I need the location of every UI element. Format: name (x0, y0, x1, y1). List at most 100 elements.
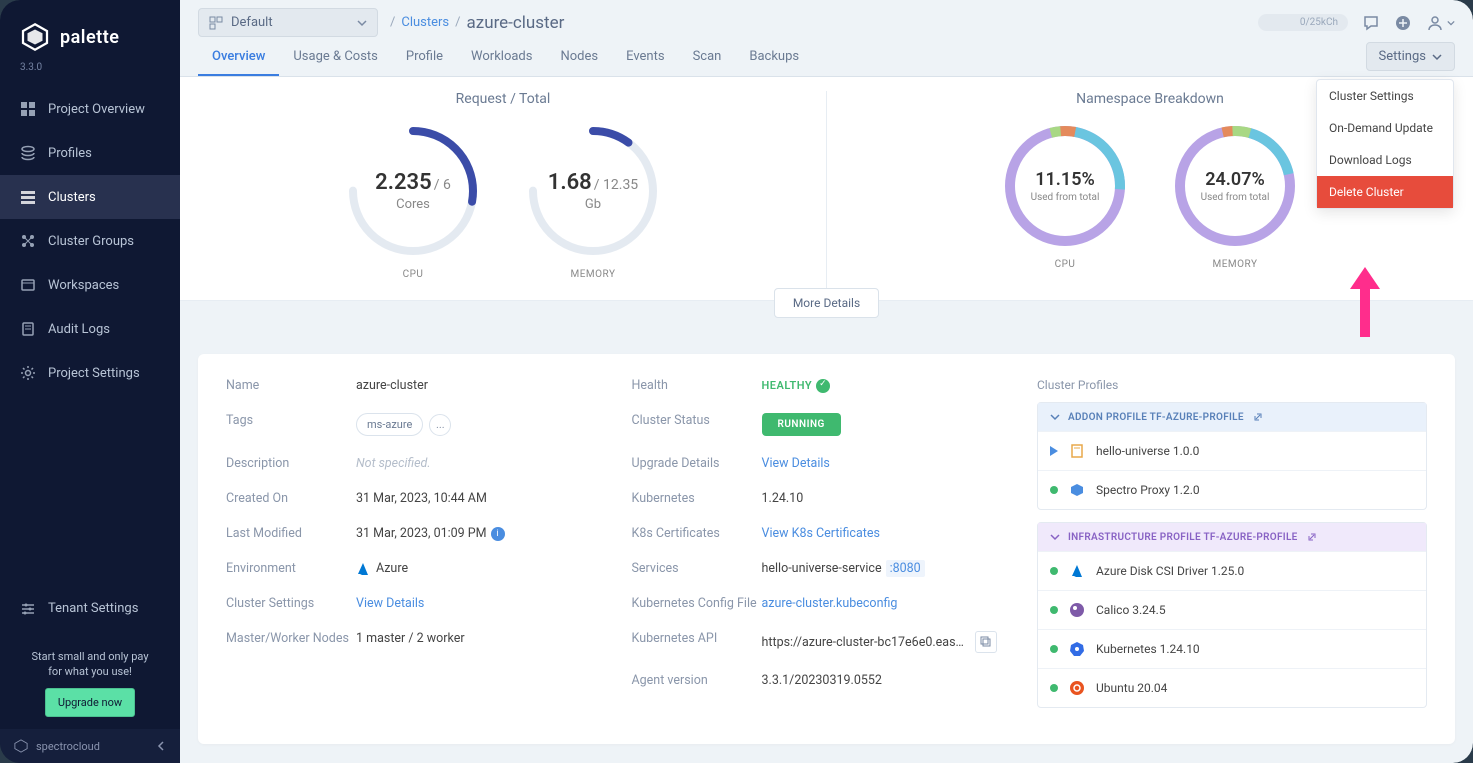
infra-profile-header[interactable]: INFRASTRUCTURE PROFILE TF-AZURE-PROFILE (1038, 523, 1426, 551)
promo-box: Start small and only pay for what you us… (0, 641, 180, 729)
workspace-icon (20, 277, 36, 293)
layer-name: Ubuntu 20.04 (1096, 681, 1167, 695)
nav-label: Audit Logs (48, 322, 110, 337)
layer-row[interactable]: Azure Disk CSI Driver 1.25.0 (1038, 551, 1426, 590)
layer-name: Azure Disk CSI Driver 1.25.0 (1096, 564, 1244, 578)
field-value-name: azure-cluster (356, 378, 592, 393)
status-dot-icon (1050, 645, 1058, 653)
service-port-link[interactable]: :8080 (886, 560, 925, 577)
field-value-environment: Azure (376, 561, 408, 576)
layer-row[interactable]: Spectro Proxy 1.2.0 (1038, 470, 1426, 509)
settings-menu-delete-cluster[interactable]: Delete Cluster (1317, 176, 1453, 208)
layer-name: hello-universe 1.0.0 (1096, 444, 1199, 458)
cpu-gauge: 2.235 / 6 Cores CPU (343, 121, 483, 280)
infra-profile-box: INFRASTRUCTURE PROFILE TF-AZURE-PROFILE … (1037, 522, 1427, 708)
nav-profiles[interactable]: Profiles (0, 131, 180, 175)
nav-audit-logs[interactable]: Audit Logs (0, 307, 180, 351)
main-content: Default / Clusters / azure-cluster 0/25k… (180, 0, 1473, 763)
tab-backups[interactable]: Backups (735, 37, 813, 76)
nav-project-settings[interactable]: Project Settings (0, 351, 180, 395)
gear-icon (20, 365, 36, 381)
cpu-total-value: 6 (443, 177, 451, 193)
nav-clusters[interactable]: Clusters (0, 175, 180, 219)
copy-button[interactable] (975, 631, 997, 653)
brand-logo: palette (0, 8, 180, 58)
upgrade-button[interactable]: Upgrade now (45, 688, 135, 717)
promo-text: Start small and only pay (16, 649, 164, 664)
details-card: Nameazure-cluster Tagsms-azure... Descri… (198, 354, 1455, 744)
tab-events[interactable]: Events (612, 37, 678, 76)
chat-icon[interactable] (1362, 14, 1380, 32)
layer-row[interactable]: Kubernetes 1.24.10 (1038, 629, 1426, 668)
field-value-description: Not specified. (356, 456, 592, 471)
tag-chip[interactable]: ms-azure (356, 413, 423, 436)
memory-donut: 24.07% Used from total MEMORY (1170, 121, 1300, 270)
field-label-certs: K8s Certificates (632, 526, 762, 541)
addon-profile-title: ADDON PROFILE TF-AZURE-PROFILE (1068, 412, 1244, 423)
nav-tenant-settings[interactable]: Tenant Settings (0, 587, 180, 631)
credits-badge: 0/25kCh (1258, 14, 1348, 31)
chevron-down-icon (1050, 412, 1060, 422)
k8s-certs-link[interactable]: View K8s Certificates (762, 526, 998, 541)
field-label-upgrade: Upgrade Details (632, 456, 762, 471)
field-label-description: Description (226, 456, 356, 471)
memory-total-value: 12.35 (603, 177, 638, 193)
nav-label: Project Settings (48, 366, 140, 381)
cpu-used-sub: Used from total (1031, 192, 1100, 203)
breadcrumb-parent[interactable]: Clusters (401, 15, 449, 30)
tab-profile[interactable]: Profile (392, 37, 457, 76)
nav-label: Profiles (48, 146, 92, 161)
settings-label: Settings (1379, 49, 1426, 64)
memory-donut-label: MEMORY (1213, 259, 1258, 270)
user-icon (1426, 14, 1444, 32)
tab-usage-costs[interactable]: Usage & Costs (279, 37, 392, 76)
nav-label: Cluster Groups (48, 234, 134, 249)
layer-row[interactable]: hello-universe 1.0.0 (1038, 431, 1426, 470)
layer-row[interactable]: Calico 3.24.5 (1038, 590, 1426, 629)
nav-cluster-groups[interactable]: Cluster Groups (0, 219, 180, 263)
pack-icon (1068, 481, 1086, 499)
tab-overview[interactable]: Overview (198, 37, 279, 76)
settings-menu-cluster-settings[interactable]: Cluster Settings (1317, 80, 1453, 112)
cpu-unit: Cores (396, 197, 430, 212)
tab-nodes[interactable]: Nodes (546, 37, 612, 76)
sliders-icon (20, 601, 36, 617)
field-label-tags: Tags (226, 413, 356, 428)
scope-selector[interactable]: Default (198, 8, 378, 37)
tab-scan[interactable]: Scan (679, 37, 736, 76)
info-icon[interactable]: i (491, 527, 505, 541)
user-menu[interactable] (1426, 14, 1455, 32)
nav-label: Tenant Settings (48, 601, 138, 616)
brand-name: palette (60, 27, 119, 48)
settings-menu-on-demand-update[interactable]: On-Demand Update (1317, 112, 1453, 144)
promo-text: for what you use! (16, 664, 164, 679)
status-badge: RUNNING (762, 413, 841, 436)
nav-project-overview[interactable]: Project Overview (0, 87, 180, 131)
layer-name: Kubernetes 1.24.10 (1096, 642, 1200, 656)
link-icon[interactable] (1252, 411, 1264, 423)
tag-more-button[interactable]: ... (429, 414, 451, 436)
chevron-left-icon[interactable] (156, 741, 166, 751)
cluster-settings-link[interactable]: View Details (356, 596, 592, 611)
addon-profile-header[interactable]: ADDON PROFILE TF-AZURE-PROFILE (1038, 403, 1426, 431)
layer-name: Spectro Proxy 1.2.0 (1096, 483, 1200, 497)
nav-workspaces[interactable]: Workspaces (0, 263, 180, 307)
link-icon[interactable] (1306, 531, 1318, 543)
charts-panel: Request / Total 2.235 (180, 77, 1473, 301)
kubeconfig-link[interactable]: azure-cluster.kubeconfig (762, 596, 998, 611)
group-icon (20, 233, 36, 249)
more-details-button[interactable]: More Details (774, 288, 879, 318)
health-status: HEALTHY (762, 379, 813, 392)
plus-circle-icon[interactable] (1394, 14, 1412, 32)
azure-icon (356, 562, 370, 576)
service-name: hello-universe-service (762, 561, 882, 576)
upgrade-details-link[interactable]: View Details (762, 456, 998, 471)
settings-dropdown[interactable]: Settings Cluster Settings On-Demand Upda… (1366, 42, 1455, 71)
azure-icon (1068, 562, 1086, 580)
breadcrumb-current: azure-cluster (467, 13, 565, 33)
field-value-modified: 31 Mar, 2023, 01:09 PM (356, 526, 487, 541)
settings-menu-download-logs[interactable]: Download Logs (1317, 144, 1453, 176)
tab-workloads[interactable]: Workloads (457, 37, 546, 76)
memory-gauge-label: MEMORY (571, 269, 616, 280)
layer-row[interactable]: Ubuntu 20.04 (1038, 668, 1426, 707)
